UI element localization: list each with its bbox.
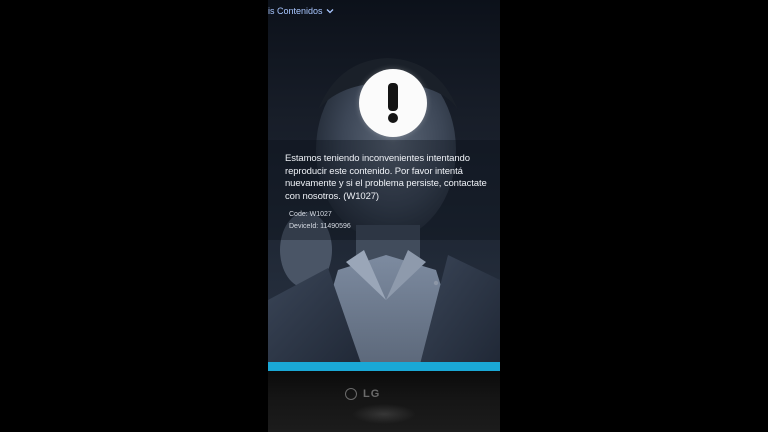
- progress-fill: [268, 362, 500, 371]
- exclamation-icon: [359, 69, 427, 137]
- exclamation-glyph: [388, 83, 398, 123]
- contenidos-menu[interactable]: is Contenidos: [268, 6, 334, 16]
- tv-brand-text: LG: [363, 388, 381, 400]
- lg-logo-icon: [345, 388, 357, 400]
- contenidos-menu-label: is Contenidos: [268, 6, 323, 16]
- tv-screen: is Contenidos Estamos teniendo inconveni…: [268, 0, 500, 372]
- device-id: DeviceId: 11490596: [289, 223, 351, 230]
- error-code: Code: W1027: [289, 211, 332, 218]
- logo-reflection: [352, 404, 416, 424]
- error-message: Estamos teniendo inconvenientes intentan…: [285, 153, 487, 202]
- chevron-down-icon: [326, 9, 334, 14]
- photo-frame: is Contenidos Estamos teniendo inconveni…: [0, 0, 768, 432]
- tv-brand-logo: LG: [345, 388, 380, 400]
- player-progress-bar[interactable]: [268, 362, 500, 371]
